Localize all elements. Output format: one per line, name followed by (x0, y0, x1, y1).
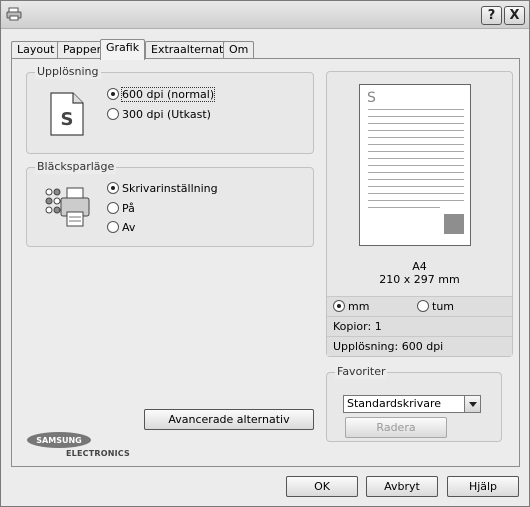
toner-off-label: Av (122, 221, 136, 234)
toner-off-radio[interactable]: Av (107, 220, 135, 236)
chevron-down-icon[interactable] (464, 396, 480, 412)
resolution-group-label: Upplösning (35, 65, 101, 79)
document-s-icon: S (50, 92, 84, 136)
toner-printer-setting-radio[interactable]: Skrivarinställning (107, 181, 218, 197)
delete-favorite-button[interactable]: Radera (345, 417, 447, 438)
tab-grafik[interactable]: Grafik (100, 39, 146, 60)
unit-tum-label: tum (432, 300, 454, 313)
printer-properties-window: ? X Layout Papper Grafik Extraalternativ… (0, 0, 530, 507)
paper-dimensions-label: 210 x 297 mm (379, 273, 460, 286)
toner-on-radio[interactable]: På (107, 201, 135, 217)
tab-layout[interactable]: Layout (11, 41, 61, 59)
help-title-button[interactable]: ? (481, 6, 502, 25)
resolution-300-radio[interactable]: 300 dpi (Utkast) (107, 107, 211, 123)
favorites-selected-value: Standardskrivare (347, 397, 442, 410)
unit-mm-radio[interactable]: mm (333, 299, 369, 315)
radio-unselected[interactable] (107, 221, 119, 233)
resolution-group: Upplösning S 600 dpi (normal) 300 dpi (U… (26, 65, 314, 154)
brand-subtitle: ELECTRONICS (66, 449, 130, 458)
preview-panel: S A4 210 x 297 mm mm tum Kopior: 1 Upplö… (326, 71, 513, 357)
samsung-logo: SAMSUNG ELECTRONICS (26, 431, 136, 463)
radio-unselected[interactable] (107, 108, 119, 120)
resolution-info: Upplösning: 600 dpi (327, 336, 512, 356)
favorites-group-label: Favoriter (335, 365, 388, 379)
paper-preview: S (359, 84, 471, 246)
resolution-300-label: 300 dpi (Utkast) (122, 108, 211, 121)
unit-selector-row: mm tum (327, 296, 512, 316)
toner-save-group: Bläcksparläge Skrivarinställning På Av (26, 160, 314, 247)
logo-s-icon: S (367, 90, 376, 106)
svg-text:SAMSUNG: SAMSUNG (36, 436, 81, 445)
radio-selected[interactable] (107, 88, 119, 100)
radio-unselected[interactable] (107, 202, 119, 214)
help-button[interactable]: Hjälp (447, 476, 519, 497)
toner-on-label: På (122, 202, 135, 215)
toner-save-group-label: Bläcksparläge (35, 160, 117, 174)
tab-om[interactable]: Om (223, 41, 255, 59)
radio-selected[interactable] (333, 300, 345, 312)
resolution-600-radio[interactable]: 600 dpi (normal) (107, 87, 216, 103)
paper-size-label: A4 (412, 260, 427, 273)
title-bar: ? X (1, 1, 529, 29)
image-placeholder-icon (444, 214, 464, 234)
printer-icon (6, 7, 22, 21)
toner-printer-setting-label: Skrivarinställning (122, 182, 218, 195)
cancel-button[interactable]: Avbryt (366, 476, 438, 497)
favorites-dropdown[interactable]: Standardskrivare (343, 395, 481, 413)
radio-unselected[interactable] (417, 300, 429, 312)
favorites-group: Favoriter Standardskrivare Radera (326, 365, 502, 442)
unit-mm-label: mm (348, 300, 370, 313)
paper-size-info: A4 210 x 297 mm (327, 260, 512, 286)
resolution-600-label: 600 dpi (normal) (120, 87, 216, 102)
advanced-options-button[interactable]: Avancerade alternativ (144, 409, 314, 430)
radio-selected[interactable] (107, 182, 119, 194)
printer-icon (45, 187, 90, 227)
svg-text:S: S (61, 109, 74, 130)
grafik-panel: Upplösning S 600 dpi (normal) 300 dpi (U… (11, 58, 520, 467)
samsung-logo-icon: SAMSUNG (27, 432, 91, 448)
unit-tum-radio[interactable]: tum (417, 299, 454, 315)
copies-info: Kopior: 1 (327, 316, 512, 336)
close-title-button[interactable]: X (504, 6, 525, 25)
ok-button[interactable]: OK (286, 476, 358, 497)
